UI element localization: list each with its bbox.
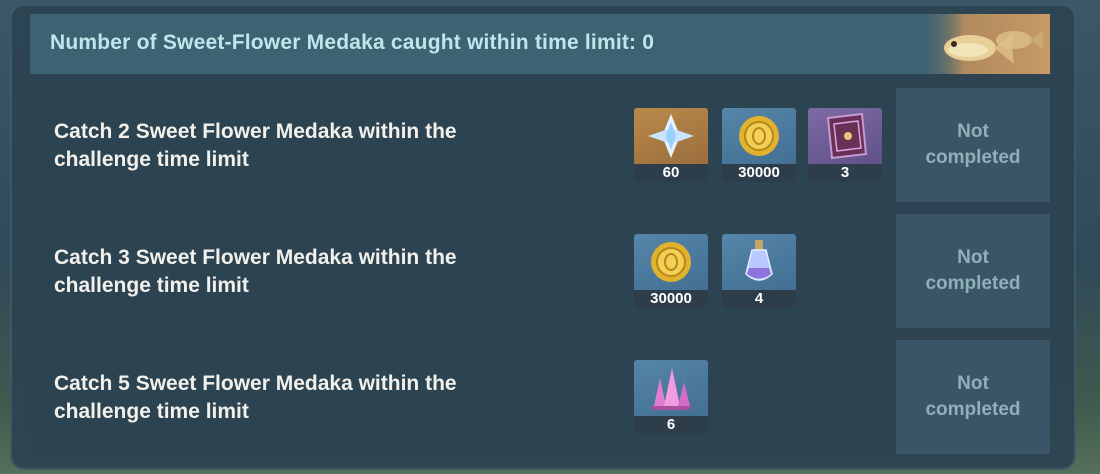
- reward-count: 4: [722, 290, 796, 308]
- completion-status: Not completed: [896, 340, 1050, 454]
- reward-count: 60: [634, 164, 708, 182]
- challenge-text-line1: Catch 5 Sweet Flower Medaka within the: [54, 372, 457, 395]
- reward-potion[interactable]: 4: [722, 234, 796, 308]
- completion-status: Not completed: [896, 214, 1050, 328]
- primogem-icon: [648, 114, 694, 158]
- challenge-text-line2: challenge time limit: [54, 148, 249, 171]
- challenge-row: Catch 2 Sweet Flower Medaka within the c…: [30, 88, 1050, 202]
- challenge-description: Catch 5 Sweet Flower Medaka within the c…: [54, 370, 614, 426]
- reward-count: 30000: [722, 164, 796, 182]
- reward-count: 30000: [634, 290, 708, 308]
- challenge-row: Catch 5 Sweet Flower Medaka within the c…: [30, 340, 1050, 454]
- reward-count: 3: [808, 164, 882, 182]
- challenge-text-line2: challenge time limit: [54, 274, 249, 297]
- book-icon: [826, 112, 868, 160]
- fish-icon: [918, 14, 1050, 74]
- catch-counter-text: Number of Sweet-Flower Medaka caught wit…: [50, 31, 655, 54]
- potion-icon: [745, 240, 773, 281]
- mora-icon: [739, 116, 779, 156]
- catch-counter-header: Number of Sweet-Flower Medaka caught wit…: [30, 14, 1050, 74]
- reward-book[interactable]: 3: [808, 108, 882, 182]
- challenge-row: Catch 3 Sweet Flower Medaka within the c…: [30, 214, 1050, 328]
- challenge-text-line1: Catch 3 Sweet Flower Medaka within the: [54, 246, 457, 269]
- completion-status: Not completed: [896, 88, 1050, 202]
- challenge-text-line1: Catch 2 Sweet Flower Medaka within the: [54, 120, 457, 143]
- reward-count: 6: [634, 416, 708, 434]
- reward-mora[interactable]: 30000: [722, 108, 796, 182]
- reward-mora[interactable]: 30000: [634, 234, 708, 308]
- challenge-text-line2: challenge time limit: [54, 400, 249, 423]
- completion-status-text: Not completed: [925, 373, 1021, 420]
- reward-primogem[interactable]: 60: [634, 108, 708, 182]
- mora-icon: [651, 242, 691, 282]
- completion-status-text: Not completed: [925, 247, 1021, 294]
- crystal-icon: [650, 368, 692, 410]
- completion-status-text: Not completed: [925, 121, 1021, 168]
- challenge-description: Catch 3 Sweet Flower Medaka within the c…: [54, 244, 614, 300]
- reward-crystal[interactable]: 6: [634, 360, 708, 434]
- challenge-description: Catch 2 Sweet Flower Medaka within the c…: [54, 118, 614, 174]
